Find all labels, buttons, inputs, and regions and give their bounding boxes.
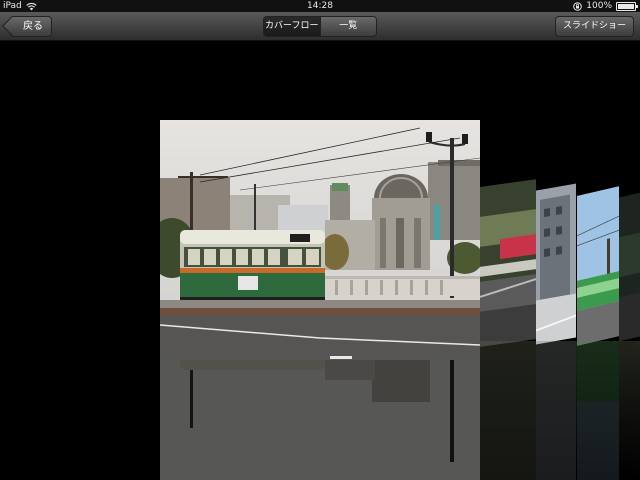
side-reflection-image	[480, 341, 619, 480]
side-photo-3[interactable]	[577, 186, 619, 346]
battery-percent: 100%	[586, 1, 612, 11]
side-photo-4[interactable]	[619, 192, 640, 342]
side-photo-3-image	[577, 186, 619, 346]
current-photo[interactable]	[160, 120, 480, 360]
photo-streetcar-image	[160, 120, 480, 360]
back-button-label: 戻る	[23, 21, 43, 32]
photo-reflection-image	[160, 360, 480, 480]
side-photo-1-image	[480, 179, 536, 347]
status-bar: iPad 14:28 100%	[0, 0, 640, 12]
side-photo-2-image	[536, 183, 576, 345]
current-photo-reflection	[160, 360, 480, 480]
segment-list[interactable]: 一覧	[319, 17, 376, 36]
cover-flow-viewer[interactable]	[0, 41, 640, 480]
side-photo-2[interactable]	[536, 183, 576, 345]
battery-icon	[616, 1, 638, 11]
back-button[interactable]: 戻る	[10, 16, 52, 37]
rotation-lock-icon	[573, 1, 583, 11]
toolbar: 戻る カバーフロー 一覧 スライドショー	[0, 12, 640, 41]
side-photo-4-image	[619, 192, 640, 342]
side-photo-reflections	[480, 341, 640, 480]
segment-cover-flow[interactable]: カバーフロー	[264, 17, 320, 36]
status-right: 100%	[573, 0, 638, 12]
view-mode-segmented-control: カバーフロー 一覧	[263, 16, 377, 37]
side-photo-1[interactable]	[480, 179, 536, 347]
status-time: 14:28	[307, 1, 333, 11]
slideshow-button[interactable]: スライドショー	[554, 16, 634, 37]
